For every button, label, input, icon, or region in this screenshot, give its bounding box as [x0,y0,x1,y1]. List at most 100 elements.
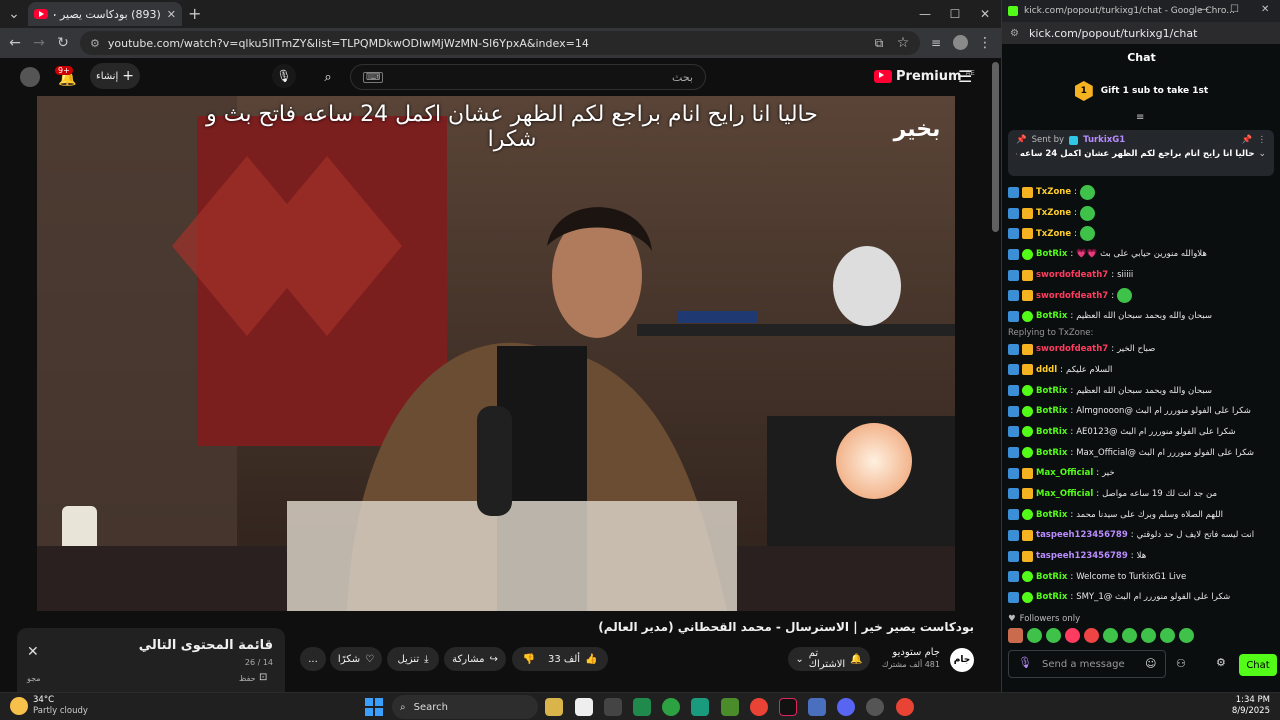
chat-message[interactable]: BotRix: شكرا على الفولو منوررر ام البث @S… [1008,587,1274,608]
new-tab-button[interactable]: + [188,4,201,23]
channel-avatar[interactable]: جام [950,648,974,672]
chat-username[interactable]: BotRix [1036,510,1067,520]
windows-start-icon[interactable] [365,698,383,716]
chat-username[interactable]: dddl [1036,365,1057,375]
chat-message[interactable]: dddl: السلام عليكم [1008,360,1274,381]
emote-icon[interactable] [1122,628,1137,643]
package-app-icon[interactable] [808,698,826,716]
chat-username[interactable]: Max_Official [1036,489,1093,499]
chat-username[interactable]: swordofdeath7 [1036,270,1108,280]
gift-sub-banner[interactable]: 1 Gift 1 sub to take 1st [1002,76,1280,106]
chat-username[interactable]: BotRix [1036,427,1067,437]
keyboard-icon[interactable]: ⌨ [363,71,384,83]
emote-icon[interactable] [1046,628,1061,643]
page-scrollbar-thumb[interactable] [992,62,999,232]
chat-message[interactable]: TxZone: [1008,182,1274,203]
expand-pinned-icon[interactable]: ⌄ [1258,149,1266,159]
chat-username[interactable]: Max_Official [1036,468,1093,478]
file-explorer-icon[interactable] [545,698,563,716]
chat-message[interactable]: taspeeh123456789: هلا [1008,546,1274,567]
notepad-icon[interactable] [575,698,593,716]
tab-search-icon[interactable]: ⌄ [3,3,25,25]
obs-icon[interactable] [866,698,884,716]
chat-username[interactable]: TxZone [1036,187,1071,197]
omnibox[interactable]: ⚙ youtube.com/watch?v=qlku5IlTmZY&list=T… [80,31,920,55]
chat-username[interactable]: TxZone [1036,229,1071,239]
chat-username[interactable]: taspeeh123456789 [1036,551,1128,561]
bookmark-star-icon[interactable]: ☆ [892,32,914,54]
tiktok-icon[interactable] [779,698,797,716]
hamburger-menu-icon[interactable]: ☰ [958,67,972,86]
more-actions-button[interactable]: ... [300,647,326,671]
save-icon[interactable]: ⊡ [259,672,267,683]
chat-message[interactable]: BotRix: شكرا على الفولو منوررر ام البث @M… [1008,442,1274,463]
thanks-button[interactable]: شكرًا ♡ [330,647,382,671]
chat-message[interactable]: BotRix: سبحان والله وبحمد سبحان الله العظ… [1008,380,1274,401]
share-button[interactable]: مشاركة ↪ [444,647,506,671]
chat-message[interactable]: BotRix: Welcome to TurkixG1 Live [1008,566,1274,587]
chrome-menu-icon[interactable]: ⋮ [974,32,996,54]
emote-icon[interactable] [1160,628,1175,643]
chat-username[interactable]: swordofdeath7 [1036,291,1108,301]
weather-icon[interactable] [10,697,28,715]
site-settings-icon[interactable]: ⚙ [1010,28,1019,39]
chat-message[interactable]: BotRix: اللهم الصلاه وسلم وبرك على سيدنا … [1008,504,1274,525]
chat-message[interactable]: taspeeh123456789: انت ليسه فاتح لايف ل حد… [1008,525,1274,546]
channel-name[interactable]: جام ستوديو [880,647,940,658]
chat-settings-gear-icon[interactable]: ⚙ [1216,656,1226,669]
chrome-icon[interactable] [750,698,768,716]
profile-avatar[interactable] [953,35,968,50]
chat-message[interactable]: swordofdeath7: [1008,285,1274,306]
reply-context[interactable]: Replying to TxZone: [1008,327,1274,339]
emote-icon[interactable] [1027,628,1042,643]
chat-username[interactable]: swordofdeath7 [1036,344,1108,354]
video-player[interactable]: بخير حاليا انا رايح انام براجع لكم الظهر… [37,96,955,611]
chat-username[interactable]: BotRix [1036,406,1067,416]
chat-username[interactable]: BotRix [1036,311,1067,321]
chat-username[interactable]: BotRix [1036,386,1067,396]
phone-link-icon[interactable] [691,698,709,716]
store-app-icon[interactable] [633,698,651,716]
emote-icon[interactable] [1084,628,1099,643]
collapse-leaderboard-icon[interactable]: ≡ [1136,112,1144,123]
pinned-more-icon[interactable]: ⋮ [1258,135,1267,145]
download-button[interactable]: تنزيل ⤓ [387,647,439,671]
chat-username[interactable]: TxZone [1036,208,1071,218]
chat-message[interactable]: BotRix: سبحان والله وبحمد سبحان الله العظ… [1008,306,1274,327]
chat-message[interactable]: swordofdeath7: صباح الخير [1008,339,1274,360]
subscribed-button[interactable]: ⌄ تم الاشتراك 🔔 [788,647,870,671]
voice-search-mic-icon[interactable]: 🎙 [272,64,296,88]
unpin-icon[interactable]: 📌 [1242,135,1253,145]
search-icon[interactable]: ⌕ [312,64,344,90]
forward-icon[interactable]: → [28,32,50,54]
back-icon[interactable]: ← [4,32,26,54]
pinned-user[interactable]: TurkixG1 [1083,135,1125,145]
chat-message[interactable]: BotRix: شكرا على الفولو منوررر ام البث @A… [1008,401,1274,422]
tab-youtube[interactable]: (893) بودكاست يصير خير | ✕ [28,2,182,26]
chat-username[interactable]: BotRix [1036,249,1067,259]
chat-message-input[interactable]: Send a message [1008,650,1166,678]
like-icon[interactable]: 👍 [585,654,597,665]
discord-icon[interactable] [837,698,855,716]
close-window-icon[interactable]: ✕ [970,0,1000,28]
emote-icon[interactable] [1141,628,1156,643]
create-button[interactable]: إنشاء + [90,63,140,89]
chat-username[interactable]: BotRix [1036,448,1067,458]
cast-icon[interactable]: ⧉ [868,32,890,54]
chat-username[interactable]: taspeeh123456789 [1036,530,1128,540]
minimize-icon[interactable]: — [910,0,940,28]
taskbar-search-box[interactable]: ⌕ Search [392,695,538,719]
dislike-icon[interactable]: 👎 [523,654,535,665]
emoji-icon[interactable]: ☺ [1145,657,1156,670]
reload-icon[interactable]: ↻ [52,32,74,54]
chat-username[interactable]: BotRix [1036,572,1067,582]
chat-message[interactable]: Max_Official: خير [1008,463,1274,484]
chat-message[interactable]: Max_Official: من جد انت لك 19 ساعه مواصل [1008,484,1274,505]
search-input[interactable]: بحث [672,71,693,84]
chat-message[interactable]: BotRix: شكرا على الفولو منوررر ام البث @A… [1008,422,1274,443]
popup-maximize-icon[interactable]: ☐ [1230,4,1239,15]
minecraft-icon[interactable] [721,698,739,716]
popup-close-icon[interactable]: ✕ [1261,4,1269,15]
chat-message[interactable]: swordofdeath7: siiiii [1008,265,1274,286]
site-info-icon[interactable]: ⚙ [90,37,100,50]
